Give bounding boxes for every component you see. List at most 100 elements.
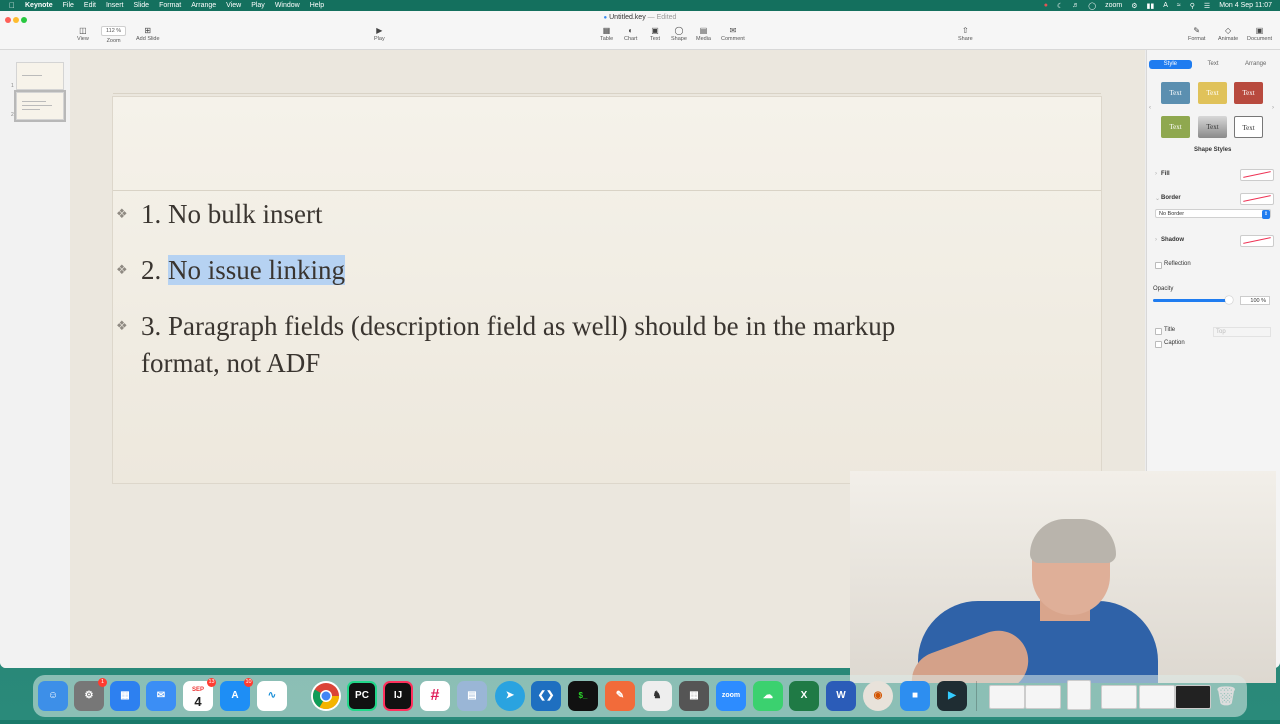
terminal-icon[interactable]: $_ [568,681,598,711]
minimized-document[interactable] [1067,680,1091,710]
prev-styles-chevron-icon[interactable]: ‹ [1149,105,1151,111]
menu-view[interactable]: View [226,2,241,9]
zoom-value[interactable]: 112 % [101,26,127,36]
app-store-icon[interactable]: A 10 [220,678,253,711]
pycharm-icon[interactable]: PC [347,681,377,711]
title-position-select[interactable]: Top [1213,327,1271,337]
launchpad-icon[interactable]: ▦ [110,681,140,711]
cloud-sync-icon[interactable]: ☁ [753,681,783,711]
media-button[interactable]: ▤ Media [696,25,711,42]
keynote-icon[interactable]: ■ [900,681,930,711]
format-button[interactable]: ✎ Format [1188,25,1205,42]
podcast-app-icon[interactable]: ◉ [863,681,893,711]
fill-label[interactable]: Fill [1161,171,1170,177]
trash-icon[interactable]: 🗑 [1211,681,1241,711]
minimized-window-4[interactable] [1139,685,1175,709]
opacity-slider[interactable] [1153,296,1233,304]
mail-icon[interactable]: ✉ [146,681,176,711]
minimized-window-5[interactable] [1175,685,1211,709]
gear-status-icon[interactable]: ⚙ [1131,2,1137,10]
reflection-checkbox[interactable] [1155,262,1162,269]
audio-icon[interactable]: ♬ [1072,2,1079,9]
slide-thumbnail-2[interactable] [14,90,66,122]
menu-arrange[interactable]: Arrange [191,2,216,9]
tab-arrange[interactable]: Arrange [1234,60,1277,69]
sequel-icon[interactable]: ♞ [642,681,672,711]
telegram-icon[interactable]: ➤ [495,681,525,711]
menu-format[interactable]: Format [159,2,181,9]
animate-button[interactable]: ◇ Animate [1218,25,1238,42]
preview-icon[interactable]: ▤ [457,681,487,711]
border-disclosure-icon[interactable]: ⌄ [1155,195,1160,202]
clock[interactable]: Mon 4 Sep 11:07 [1219,2,1272,9]
minimized-window-1[interactable] [989,685,1025,709]
wifi-icon[interactable]: ≈ [1177,2,1181,9]
minimized-window-2[interactable] [1025,685,1061,709]
excel-icon[interactable]: X [789,681,819,711]
tab-text[interactable]: Text [1192,60,1235,69]
menu-insert[interactable]: Insert [106,2,124,9]
minimized-window-3[interactable] [1101,685,1137,709]
apple-menu-icon[interactable]:  [9,1,15,10]
intellij-icon[interactable]: IJ [383,681,413,711]
chrome-icon[interactable] [311,681,341,711]
shadow-label[interactable]: Shadow [1161,237,1184,243]
shape-style-swatch-blue[interactable]: Text [1161,82,1190,104]
shape-style-swatch-red[interactable]: Text [1234,82,1263,104]
shadow-swatch[interactable] [1240,235,1274,247]
play-button[interactable]: ▶ Play [374,25,385,42]
opacity-slider-knob[interactable] [1225,296,1233,304]
menu-slide[interactable]: Slide [133,2,149,9]
add-slide-button[interactable]: ⊞ Add Slide [136,25,160,42]
menu-file[interactable]: File [63,2,74,9]
shape-button[interactable]: ◯ Shape [671,25,687,42]
slide-thumbnail-1[interactable] [16,62,64,90]
bullet-item-3[interactable]: 3. Paragraph fields (description field a… [141,308,1091,382]
zoom-status[interactable]: zoom [1105,2,1122,9]
border-style-select[interactable]: No Border ⇕ [1155,209,1271,219]
share-button[interactable]: ⇧ Share [958,25,973,42]
freeform-icon[interactable]: ∿ [257,681,287,711]
input-icon[interactable]: A [1163,2,1168,9]
vscode-icon[interactable]: ❮❯ [531,681,561,711]
tab-style[interactable]: Style [1149,60,1192,69]
calculator-icon[interactable]: ▦ [679,681,709,711]
menu-edit[interactable]: Edit [84,2,96,9]
menu-help[interactable]: Help [310,2,324,9]
next-styles-chevron-icon[interactable]: › [1272,105,1274,111]
record-icon[interactable]: ● [1044,2,1048,9]
bullet-item-2[interactable]: 2. No issue linking [141,252,346,289]
zoom-app-icon[interactable]: zoom [716,681,746,711]
menu-app-name[interactable]: Keynote [25,2,53,9]
opacity-field[interactable]: 100 % [1240,296,1270,305]
menu-play[interactable]: Play [251,2,265,9]
search-icon[interactable]: ⚲ [1190,2,1195,10]
text-button[interactable]: ▣ Text [650,25,660,42]
shape-style-swatch-green[interactable]: Text [1161,116,1190,138]
system-settings-icon[interactable]: ⚙ 1 [74,678,107,711]
fill-disclosure-icon[interactable]: › [1155,171,1157,177]
shape-style-swatch-outline[interactable]: Text [1234,116,1263,138]
finder-icon[interactable]: ☺ [38,681,68,711]
selected-text[interactable]: No issue linking [168,255,346,285]
document-button[interactable]: ▣ Document [1247,25,1272,42]
comment-button[interactable]: ✉ Comment [721,25,745,42]
table-button[interactable]: ▦ Table [600,25,613,42]
screen-recorder-icon[interactable]: ▶ [937,681,967,711]
slide[interactable]: ❖ 1. No bulk insert ❖ 2. No issue linkin… [112,93,1102,484]
shadow-disclosure-icon[interactable]: › [1155,237,1157,243]
shape-style-swatch-yellow[interactable]: Text [1198,82,1227,104]
view-button[interactable]: ◫ View [77,25,89,42]
shape-style-swatch-gray[interactable]: Text [1198,116,1227,138]
title-checkbox[interactable] [1155,328,1162,335]
fill-swatch[interactable] [1240,169,1274,181]
headphones-icon[interactable]: ◯ [1088,2,1096,10]
border-label[interactable]: Border [1161,195,1181,201]
bullet-item-1[interactable]: 1. No bulk insert [141,196,323,233]
menu-window[interactable]: Window [275,2,300,9]
caption-checkbox[interactable] [1155,341,1162,348]
chart-button[interactable]: ◐ Chart [624,25,637,42]
control-center-icon[interactable]: ☰ [1204,2,1210,10]
moon-icon[interactable]: ☾ [1057,2,1063,10]
zoom-control[interactable]: 112 % Zoom [101,26,127,44]
